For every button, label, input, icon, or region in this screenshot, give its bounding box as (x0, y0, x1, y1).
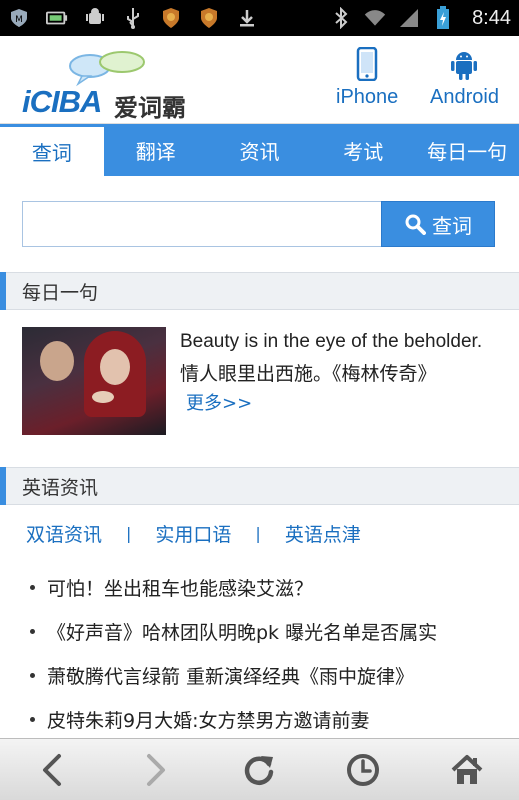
bluetooth-icon (330, 7, 352, 29)
clock-icon (347, 753, 380, 786)
list-item[interactable]: 皮特朱莉9月大婚:女方禁男方邀请前妻 (26, 697, 506, 741)
daily-chinese: 情人眼里出西施。《梅林传奇》 (180, 363, 437, 385)
separator: | (126, 524, 132, 543)
tab-translate[interactable]: 翻译 (104, 124, 208, 176)
forward-icon (146, 753, 165, 786)
platform-android-label: Android (430, 86, 499, 108)
news-link-bilingual[interactable]: 双语资讯 (26, 520, 102, 547)
home-icon (451, 754, 483, 784)
shield-icon (198, 7, 220, 29)
tab-exam[interactable]: 考试 (311, 124, 415, 176)
clock: 8:44 (472, 6, 511, 29)
daily-sentence-image[interactable] (22, 327, 166, 435)
usb-icon (122, 7, 144, 29)
refresh-icon (245, 755, 274, 785)
daily-sentence-text: Beauty is in the eye of the beholder. 情人… (180, 329, 500, 415)
platform-android[interactable]: Android (430, 46, 499, 109)
section-title-daily: 每日一句 (22, 281, 99, 304)
logo-text: iCIBA (22, 84, 102, 119)
android-debug-icon (84, 7, 106, 29)
battery-icon (432, 6, 454, 29)
news-item-title: 《好声音》哈林团队明晚pk 曝光名单是否属实 (47, 621, 438, 644)
svg-text:M: M (15, 15, 23, 25)
section-accent-bar (0, 272, 6, 310)
back-icon (42, 753, 61, 786)
search-bar: 查词 (22, 201, 495, 247)
search-button-label: 查词 (432, 213, 472, 238)
battery-charge-icon (46, 7, 68, 29)
daily-sentence: Beauty is in the eye of the beholder. 情人… (22, 327, 502, 437)
news-item-title: 萧敬腾代言绿箭 重新演绎经典《雨中旋律》 (47, 665, 415, 688)
signal-icon (398, 7, 420, 29)
history-button[interactable] (311, 739, 415, 800)
site-header: iCIBA 爱词霸 iPhone Android (0, 36, 519, 124)
browser-toolbar (0, 738, 519, 800)
search-button[interactable]: 查词 (381, 201, 495, 247)
news-list: 可怕！坐出租车也能感染艾滋？ 《好声音》哈林团队明晚pk 曝光名单是否属实 萧敬… (26, 565, 506, 741)
main-tabs: 查词 翻译 资讯 考试 每日一句 (0, 124, 519, 176)
download-icon (236, 7, 258, 29)
section-accent-bar (0, 467, 6, 505)
logo-cn: 爱词霸 (114, 94, 186, 122)
forward-button[interactable] (104, 739, 208, 800)
phone-icon (349, 46, 385, 82)
news-link-spoken[interactable]: 实用口语 (155, 520, 231, 547)
platform-iphone[interactable]: iPhone (336, 46, 398, 109)
separator: | (255, 524, 261, 543)
search-icon (405, 214, 426, 235)
news-link-tips[interactable]: 英语点津 (285, 520, 361, 547)
news-item-title: 可怕！坐出租车也能感染艾滋？ (47, 577, 314, 600)
shield-icon (160, 7, 182, 29)
home-button[interactable] (415, 739, 519, 800)
section-header-news: 英语资讯 (0, 467, 519, 505)
status-bar: M 8:44 (0, 0, 519, 36)
logo[interactable]: iCIBA 爱词霸 (22, 50, 202, 122)
back-button[interactable] (0, 739, 104, 800)
refresh-button[interactable] (208, 739, 312, 800)
list-item[interactable]: 《好声音》哈林团队明晚pk 曝光名单是否属实 (26, 609, 506, 653)
tab-news[interactable]: 资讯 (208, 124, 312, 176)
android-icon (446, 46, 482, 82)
news-categories: 双语资讯 | 实用口语 | 英语点津 (26, 520, 361, 547)
more-link[interactable]: 更多>> (186, 393, 252, 414)
section-title-news: 英语资讯 (22, 476, 99, 499)
search-input[interactable] (22, 201, 381, 247)
mail-icon: M (8, 7, 30, 29)
wifi-icon (364, 7, 386, 29)
news-item-title: 皮特朱莉9月大婚:女方禁男方邀请前妻 (47, 709, 370, 732)
tab-lookup[interactable]: 查词 (0, 124, 104, 176)
tab-daily-sentence[interactable]: 每日一句 (415, 124, 519, 176)
platform-iphone-label: iPhone (336, 86, 399, 108)
daily-english: Beauty is in the eye of the beholder. (180, 331, 483, 352)
section-header-daily: 每日一句 (0, 272, 519, 310)
list-item[interactable]: 萧敬腾代言绿箭 重新演绎经典《雨中旋律》 (26, 653, 506, 697)
list-item[interactable]: 可怕！坐出租车也能感染艾滋？ (26, 565, 506, 609)
